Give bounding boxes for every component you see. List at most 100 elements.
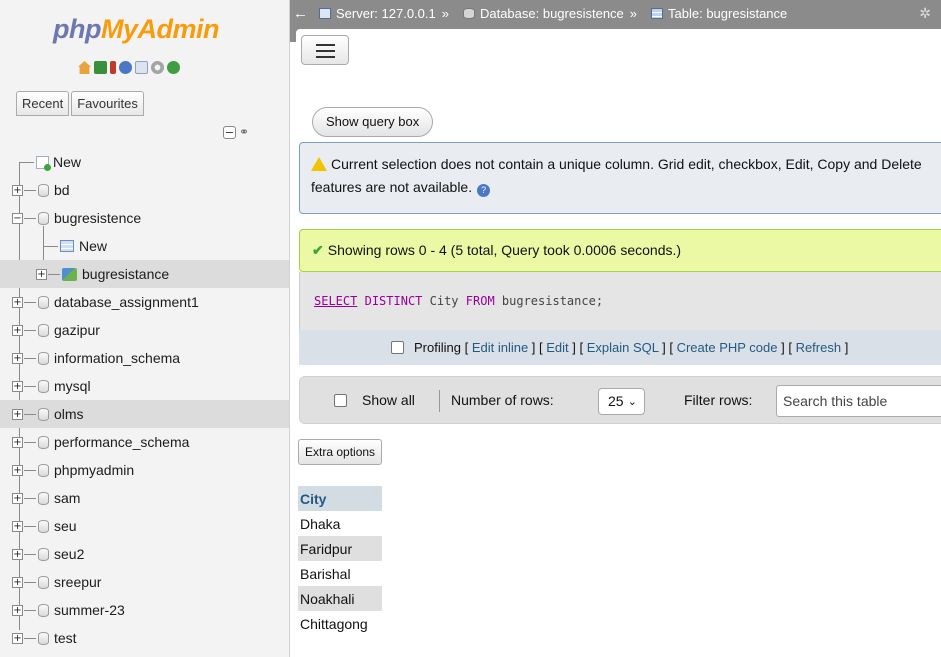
tree-item-seu2[interactable]: + seu2 (0, 540, 289, 568)
top-bar: ← Server: 127.0.0.1 » Database: bugresis… (290, 0, 941, 71)
tab-favourites[interactable]: Favourites (71, 91, 144, 116)
tree-item-olms[interactable]: + olms (0, 400, 289, 428)
help-icon[interactable] (119, 61, 132, 74)
tree-branch (24, 189, 36, 191)
tree-branch (24, 609, 36, 611)
home-icon[interactable] (78, 61, 91, 74)
expand-icon[interactable]: + (12, 296, 23, 308)
settings-icon[interactable] (151, 61, 164, 74)
tree-item-label: bugresistance (82, 266, 170, 282)
database-icon (38, 211, 49, 225)
expand-icon[interactable]: + (12, 492, 23, 504)
edit-link[interactable]: Edit (546, 340, 568, 355)
success-message: ✔ Showing rows 0 - 4 (5 total, Query took… (299, 229, 941, 272)
profiling-checkbox[interactable] (391, 341, 404, 354)
database-icon (38, 575, 49, 589)
refresh-link[interactable]: Refresh (796, 340, 842, 355)
tree-item-bd[interactable]: + bd (0, 176, 289, 204)
tree-item-label: performance_schema (54, 434, 190, 450)
tree-item-seu[interactable]: + seu (0, 512, 289, 540)
show-all-checkbox[interactable] (334, 394, 347, 407)
tree-item-sam[interactable]: + sam (0, 484, 289, 512)
explain-sql-link[interactable]: Explain SQL (587, 340, 659, 355)
phpmyadmin-logo[interactable]: phpMyAdmin (53, 14, 219, 45)
tree-branch (24, 329, 36, 331)
expand-icon[interactable]: + (12, 576, 23, 588)
tree-branch (24, 497, 36, 499)
tree-branch (24, 357, 36, 359)
tree-branch (24, 385, 36, 387)
expand-icon[interactable]: + (12, 548, 23, 560)
help-icon[interactable]: ? (477, 184, 491, 197)
server-icon (319, 8, 331, 19)
main-content: Show query box Current selection does no… (291, 71, 941, 657)
sql-keyword[interactable]: SELECT (314, 294, 357, 308)
gear-icon[interactable]: ✲ (919, 5, 931, 22)
tree-branch (20, 161, 34, 163)
back-arrow-icon[interactable]: ← (290, 5, 311, 22)
tree-item-label: database_assignment1 (54, 294, 199, 310)
tree-item-new-table[interactable]: New (0, 232, 289, 260)
show-all-label[interactable]: Show all (362, 392, 415, 408)
sql-query-display: SELECT DISTINCT City FROM bugresistance; (299, 272, 941, 330)
breadcrumb-table-label: Table: bugresistance (668, 6, 788, 21)
expand-icon[interactable]: + (12, 436, 23, 448)
tree-item-sreepur[interactable]: + sreepur (0, 568, 289, 596)
number-of-rows-select[interactable]: 25 ⌄ (598, 388, 645, 415)
extra-options-button[interactable]: Extra options (298, 439, 383, 465)
tree-item-summer-23[interactable]: + summer-23 (0, 596, 289, 624)
expand-icon[interactable]: + (12, 520, 23, 532)
tree-item-label: New (79, 238, 108, 254)
collapse-icon[interactable]: − (12, 212, 23, 224)
reload-icon[interactable] (167, 61, 180, 74)
collapse-all-icon[interactable] (223, 125, 236, 139)
profiling-label: Profiling (414, 340, 461, 355)
table-cell: Barishal (300, 565, 351, 582)
database-icon (38, 323, 49, 337)
breadcrumb-server[interactable]: Server: 127.0.0.1 (311, 6, 436, 21)
tree-item-performance-schema[interactable]: + performance_schema (0, 428, 289, 456)
database-icon (38, 295, 49, 309)
expand-icon[interactable]: + (12, 380, 23, 392)
tree-item-bugresistence[interactable]: − bugresistence (0, 204, 289, 232)
expand-icon[interactable]: + (12, 184, 23, 196)
search-input[interactable] (776, 385, 941, 417)
create-php-code-link[interactable]: Create PHP code (677, 340, 778, 355)
breadcrumb-table[interactable]: Table: bugresistance (643, 6, 787, 21)
tree-item-information-schema[interactable]: + information_schema (0, 344, 289, 372)
expand-icon[interactable]: + (36, 268, 47, 280)
tree-item-bugresistance[interactable]: + bugresistance (0, 260, 289, 288)
documentation-icon[interactable] (135, 61, 148, 74)
link-with-main-icon[interactable]: ⚭ (239, 125, 249, 139)
breadcrumb-database[interactable]: Database: bugresistence (455, 6, 624, 21)
column-header-city[interactable]: City (298, 486, 382, 511)
expand-icon[interactable]: + (12, 632, 23, 644)
tree-item-label: mysql (54, 378, 91, 394)
logout-icon[interactable] (94, 61, 107, 74)
hamburger-line (316, 50, 335, 52)
table-row: Chittagong (298, 611, 382, 636)
table-cell: Faridpur (298, 536, 382, 561)
tree-item-gazipur[interactable]: + gazipur (0, 316, 289, 344)
tree-item-new[interactable]: New (0, 148, 289, 176)
expand-icon[interactable]: + (12, 324, 23, 336)
expand-icon[interactable]: + (12, 464, 23, 476)
database-icon (38, 379, 49, 393)
menu-toggle-button[interactable] (301, 35, 349, 65)
database-icon (462, 8, 475, 19)
expand-icon[interactable]: + (12, 352, 23, 364)
chevron-down-icon: ⌄ (627, 396, 637, 408)
table-navigation: Show all Number of rows: 25 ⌄ Filter row… (299, 376, 941, 424)
expand-icon[interactable]: + (12, 604, 23, 616)
tree-item-label: bd (54, 182, 70, 198)
edit-inline-link[interactable]: Edit inline (472, 340, 528, 355)
tab-recent[interactable]: Recent (16, 91, 70, 116)
tree-item-database-assignment1[interactable]: + database_assignment1 (0, 288, 289, 316)
tree-item-mysql[interactable]: + mysql (0, 372, 289, 400)
tree-item-test[interactable]: + test (0, 624, 289, 652)
tree-branch (24, 413, 36, 415)
show-query-box-button[interactable]: Show query box (312, 107, 434, 137)
expand-icon[interactable]: + (12, 408, 23, 420)
tree-item-label: sam (54, 490, 81, 506)
tree-item-phpmyadmin[interactable]: + phpmyadmin (0, 456, 289, 484)
